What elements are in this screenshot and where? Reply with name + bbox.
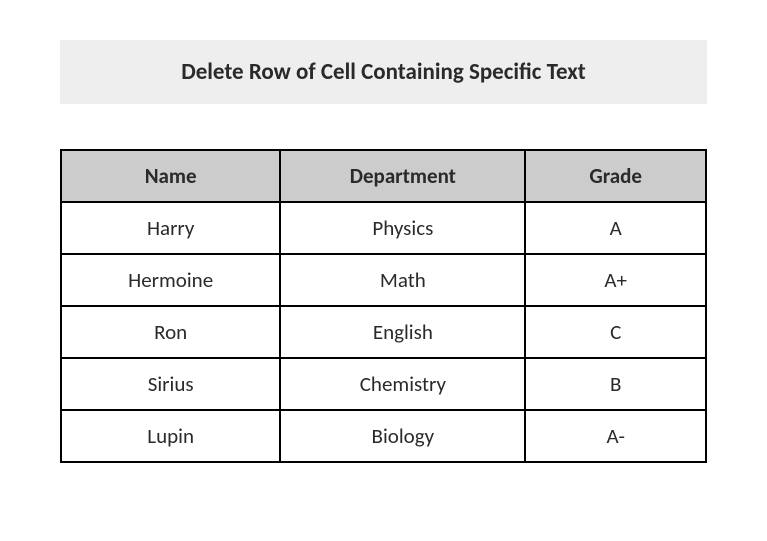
- cell-grade: A-: [525, 410, 706, 462]
- header-department: Department: [280, 150, 525, 202]
- cell-name: Lupin: [61, 410, 280, 462]
- cell-department: Physics: [280, 202, 525, 254]
- cell-department: English: [280, 306, 525, 358]
- cell-name: Harry: [61, 202, 280, 254]
- cell-department: Chemistry: [280, 358, 525, 410]
- cell-grade: A+: [525, 254, 706, 306]
- cell-grade: C: [525, 306, 706, 358]
- table-row: Lupin Biology A-: [61, 410, 706, 462]
- cell-name: Sirius: [61, 358, 280, 410]
- table-header-row: Name Department Grade: [61, 150, 706, 202]
- table-row: Harry Physics A: [61, 202, 706, 254]
- cell-department: Math: [280, 254, 525, 306]
- cell-name: Hermoine: [61, 254, 280, 306]
- header-grade: Grade: [525, 150, 706, 202]
- table-row: Hermoine Math A+: [61, 254, 706, 306]
- cell-grade: A: [525, 202, 706, 254]
- cell-department: Biology: [280, 410, 525, 462]
- table-row: Ron English C: [61, 306, 706, 358]
- table-row: Sirius Chemistry B: [61, 358, 706, 410]
- data-table: Name Department Grade Harry Physics A He…: [60, 149, 707, 463]
- cell-grade: B: [525, 358, 706, 410]
- header-name: Name: [61, 150, 280, 202]
- cell-name: Ron: [61, 306, 280, 358]
- page-title: Delete Row of Cell Containing Specific T…: [60, 40, 707, 104]
